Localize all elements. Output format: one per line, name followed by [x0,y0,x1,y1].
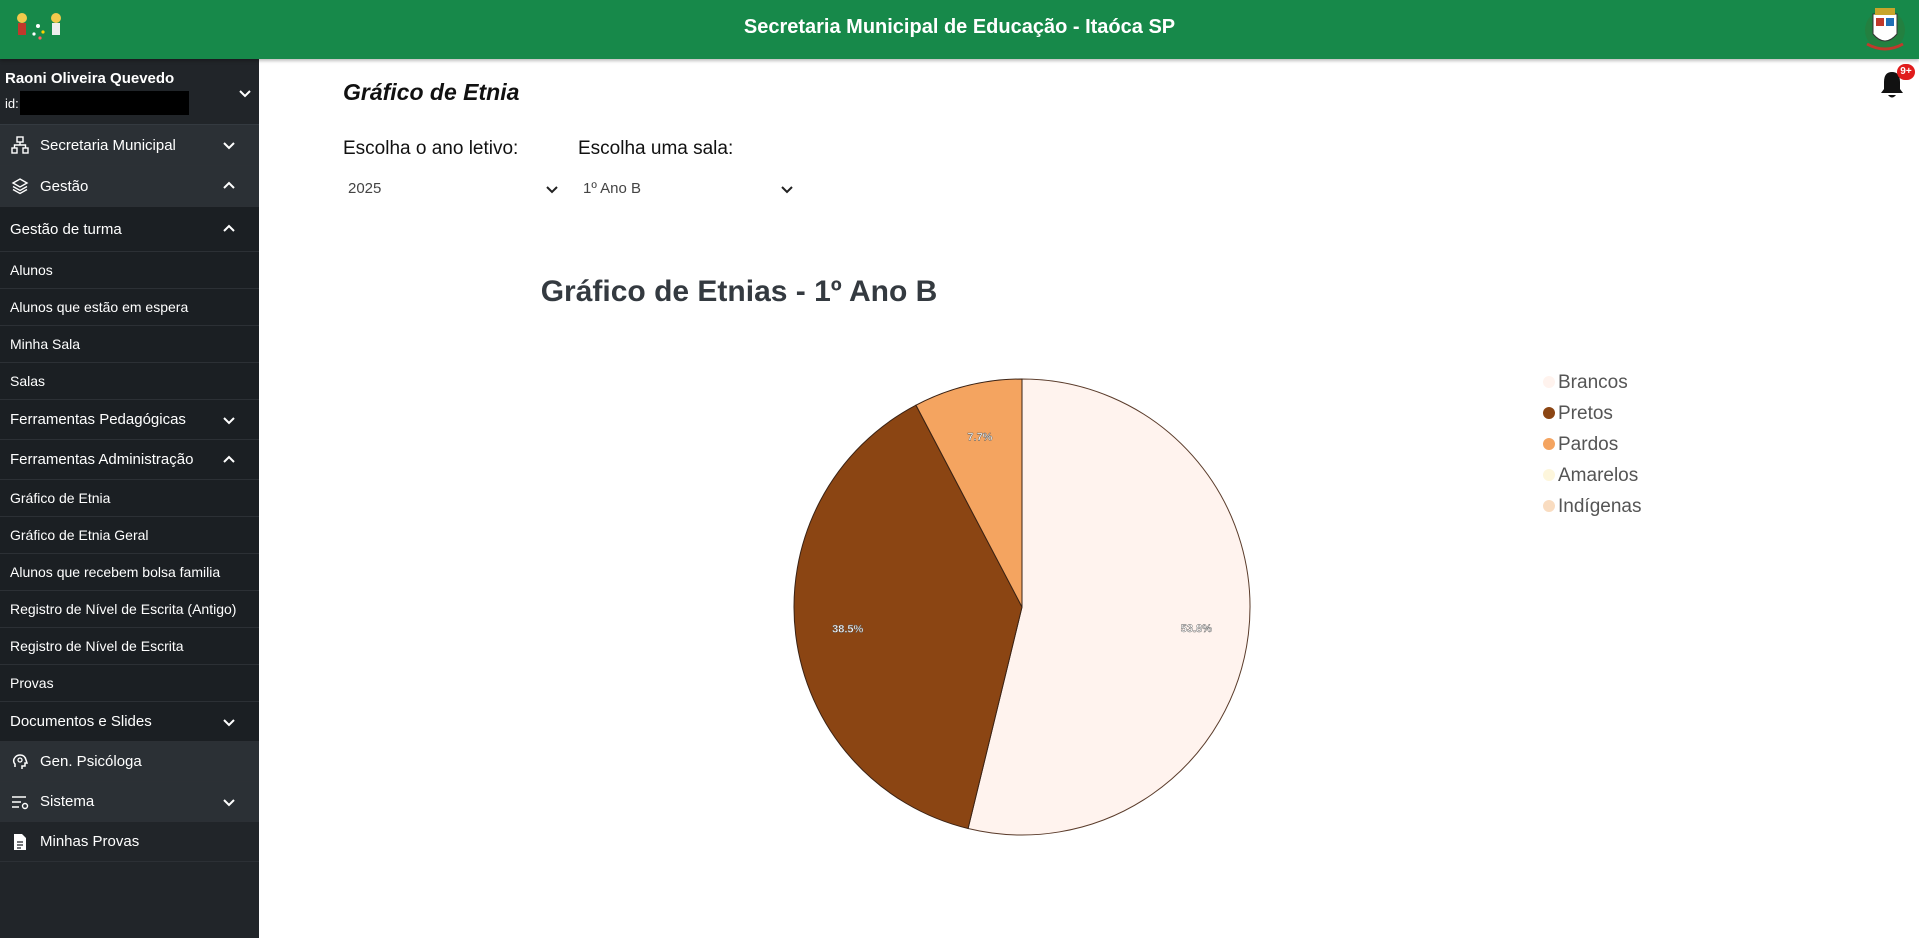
legend-marker [1543,469,1555,481]
legend-item-amarelos[interactable]: Amarelos [1543,465,1638,486]
main-content: Gráfico de Etnia 9+ Escolha o ano letivo… [259,59,1919,938]
sidebar-item-label: Provas [10,675,54,691]
sidebar-item-label: Minha Sala [10,336,81,352]
app-title: Secretaria Municipal de Educação - Itaóc… [743,16,1176,38]
legend-label: Pretos [1558,403,1613,424]
sidebar-item-label: Sistema [40,793,95,810]
chevron-up-icon [223,224,235,232]
brain-head-icon [10,752,30,772]
sidebar-item-label: Gestão de turma [10,220,122,238]
legend-marker [1543,500,1555,512]
legend-item-indígenas[interactable]: Indígenas [1543,496,1641,517]
chevron-down-icon [223,142,235,150]
sidebar-item-label: Salas [10,373,46,389]
sidebar-item-grafico-de-etnia-geral[interactable]: Gráfico de Etnia Geral [0,517,259,554]
legend-marker [1543,438,1555,450]
sidebar-item-gestao-de-turma[interactable]: Gestão de turma [0,207,259,252]
chevron-down-icon [223,416,235,424]
sidebar-item-label: Alunos que recebem bolsa familia [10,564,221,580]
sidebar-item-nivel-escrita[interactable]: Registro de Nível de Escrita [0,628,259,665]
user-id-redacted [19,91,189,115]
sidebar-item-secretaria-municipal[interactable]: Secretaria Municipal [0,125,259,166]
top-header: Secretaria Municipal de Educação - Itaóc… [0,0,1919,59]
sidebar-item-documentos-e-slides[interactable]: Documentos e Slides [0,702,259,742]
sidebar-item-sistema[interactable]: Sistema [0,782,259,822]
pie-data-label: 53.8% [1181,623,1212,635]
sidebar-item-label: Gen. Psicóloga [40,753,142,770]
sidebar-item-label: Ferramentas Administração [10,451,194,468]
pie-data-label: 7.7% [967,432,992,444]
sidebar-item-gen-psicologa[interactable]: Gen. Psicóloga [0,742,259,782]
legend-label: Indígenas [1558,496,1641,517]
sidebar-item-label: Ferramentas Pedagógicas [10,411,186,428]
legend-marker [1543,407,1555,419]
sidebar-item-minha-sala[interactable]: Minha Sala [0,326,259,363]
sidebar-item-grafico-de-etnia[interactable]: Gráfico de Etnia [0,480,259,517]
sidebar-item-provas[interactable]: Provas [0,665,259,702]
list-settings-icon [10,792,30,812]
document-icon [10,832,30,852]
sidebar-item-label: Gráfico de Etnia Geral [10,527,149,543]
coat-of-arms-icon [1865,8,1905,51]
chevron-down-icon[interactable] [237,85,253,101]
chevron-down-icon [223,718,235,726]
sidebar-item-label: Secretaria Municipal [40,136,176,154]
sidebar-item-label: Registro de Nível de Escrita [10,638,184,654]
pie-chart: 53.8% 38.5% 7.7% Brancos Pretos Pardos Amarelo… [793,372,1641,836]
sidebar-item-minhas-provas[interactable]: Minhas Provas [0,822,259,862]
layers-icon [10,176,30,196]
legend-label: Pardos [1558,434,1618,455]
sidebar-item-gestao[interactable]: Gestão [0,166,259,207]
sidebar-item-nivel-escrita-antigo[interactable]: Registro de Nível de Escrita (Antigo) [0,591,259,628]
sidebar-item-label: Registro de Nível de Escrita (Antigo) [10,601,237,617]
sidebar-item-label: Minhas Provas [40,833,140,850]
chevron-up-icon [223,455,235,463]
pie-data-label: 38.5% [832,623,863,635]
legend-marker [1543,376,1555,388]
legend-item-brancos[interactable]: Brancos [1543,372,1628,393]
chevron-up-icon [223,181,235,189]
user-id-label: id: [5,95,19,111]
sidebar-item-label: Documentos e Slides [10,713,152,730]
sidebar-item-ferramentas-administracao[interactable]: Ferramentas Administração [0,440,259,480]
sidebar-item-label: Gráfico de Etnia [10,490,111,506]
sidebar-item-ferramentas-pedagogicas[interactable]: Ferramentas Pedagógicas [0,400,259,440]
legend-item-pretos[interactable]: Pretos [1543,403,1613,424]
legend-label: Brancos [1558,372,1628,393]
legend-item-pardos[interactable]: Pardos [1543,434,1618,455]
sidebar: Raoni Oliveira Quevedo id: Secretaria Mu… [0,59,259,938]
sidebar-item-salas[interactable]: Salas [0,363,259,400]
legend-label: Amarelos [1558,465,1638,486]
user-name: Raoni Oliveira Quevedo [5,70,175,87]
chevron-down-icon [223,798,235,806]
sidebar-item-label: Gestão [40,177,89,195]
user-panel[interactable]: Raoni Oliveira Quevedo id: [0,59,259,125]
sitemap-icon [10,135,30,155]
sidebar-item-bolsa-familia[interactable]: Alunos que recebem bolsa familia [0,554,259,591]
